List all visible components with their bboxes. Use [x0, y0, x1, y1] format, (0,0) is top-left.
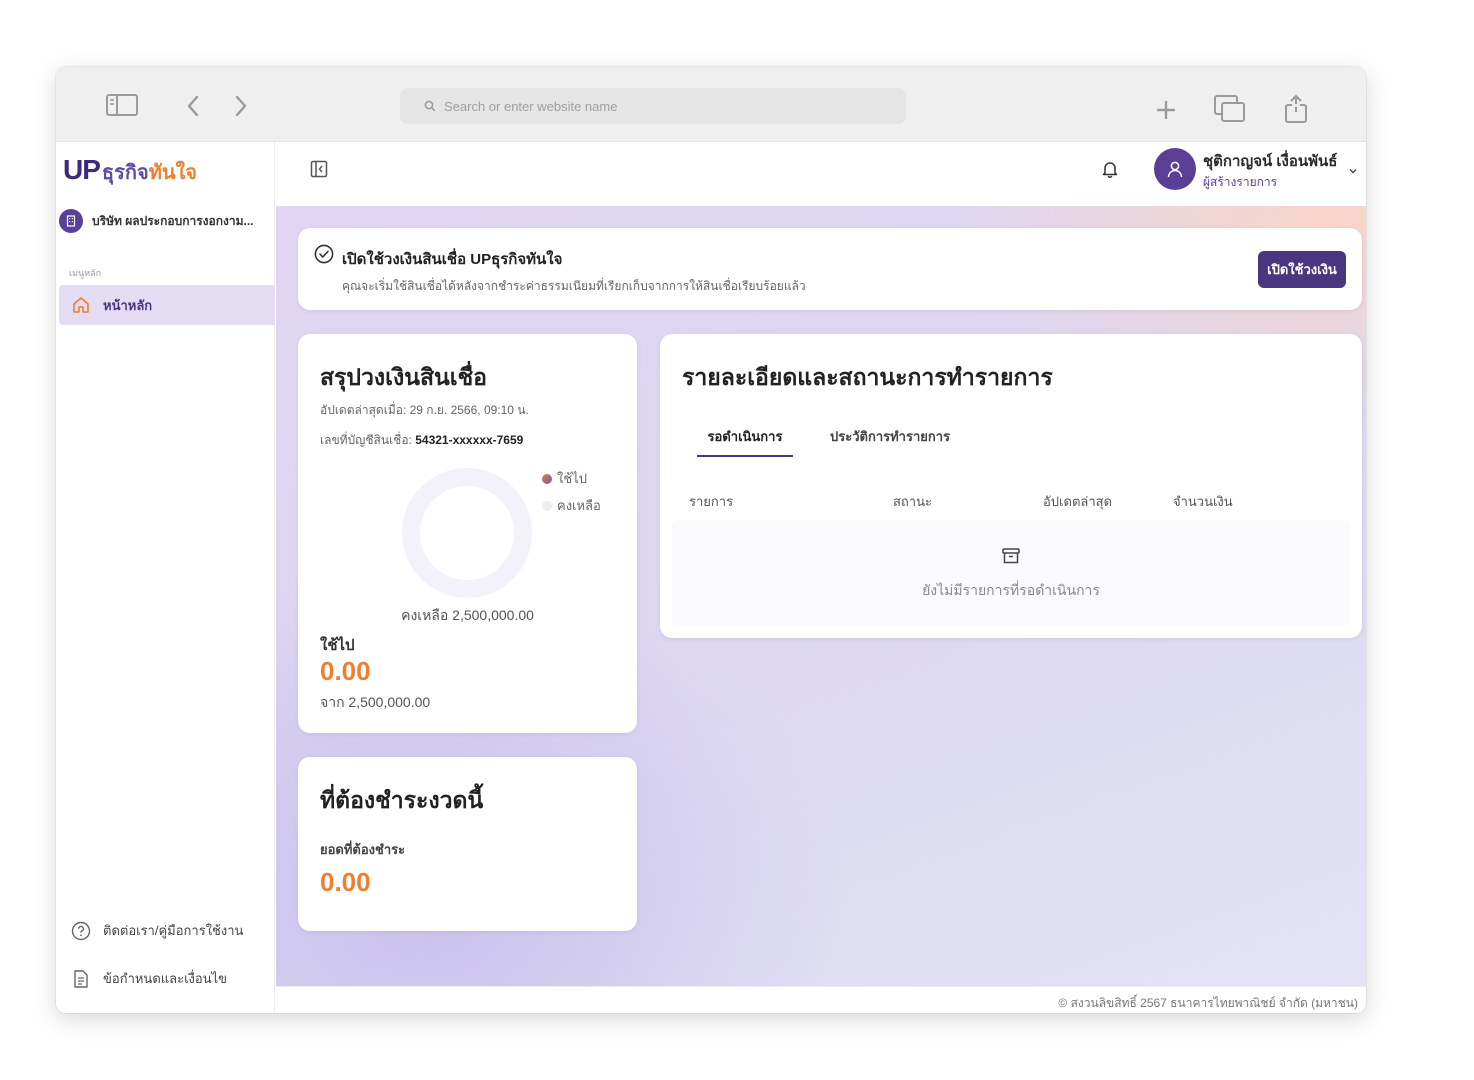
credit-summary-card: สรุปวงเงินสินเชื่อ อัปเดตล่าสุดเมื่อ: 29… [298, 334, 637, 733]
banner-title: เปิดใช้วงเงินสินเชื่อ UPธุรกิจทันใจ [342, 251, 563, 268]
account-label: เลขที่บัญชีสินเชื่อ: [320, 433, 412, 447]
main-content: เปิดใช้วงเงินสินเชื่อ UPธุรกิจทันใจ คุณจ… [276, 206, 1366, 986]
used-label: ใช้ไป [320, 637, 355, 654]
chevron-down-icon[interactable] [1348, 162, 1358, 180]
due-value: 0.00 [320, 867, 371, 897]
app-header: ชุติกาญจน์ เงื่อนพันธ์ ผู้สร้างรายการ [276, 142, 1366, 206]
building-icon [59, 209, 83, 233]
home-icon [73, 297, 89, 313]
collapse-sidebar-icon[interactable] [310, 160, 328, 183]
menu-section-label: เมนูหลัก [69, 268, 102, 278]
help-circle-icon [71, 921, 91, 940]
share-icon[interactable] [1284, 94, 1308, 124]
due-label: ยอดที่ต้องชำระ [320, 842, 406, 857]
tab-history[interactable]: ประวัติการทำรายการ [830, 426, 950, 447]
check-circle-icon [314, 244, 334, 269]
sidebar-item-label: ติดต่อเรา/คู่มือการใช้งาน [103, 923, 244, 938]
logo-th-part-1: ธุรกิจ [101, 162, 149, 184]
archive-box-icon [1001, 546, 1021, 571]
document-icon [74, 969, 88, 988]
transaction-details-card: รายละเอียดและสถานะการทำรายการ รอดำเนินกา… [660, 334, 1362, 638]
summary-title: สรุปวงเงินสินเชื่อ [320, 364, 487, 390]
browser-window: Search or enter website name UP ธุรกิจ ท… [56, 67, 1366, 1013]
summary-updated: อัปเดตล่าสุดเมื่อ: 29 ก.ย. 2566, 09:10 น… [320, 403, 529, 417]
column-header-status: สถานะ [893, 494, 932, 509]
forward-arrow-icon[interactable] [234, 95, 248, 117]
donut-remaining-ring [402, 468, 532, 598]
sidebar-item-label: หน้าหลัก [103, 297, 153, 313]
company-selector[interactable]: บริษัท ผลประกอบการงอกงาม... [59, 209, 254, 233]
activation-banner: เปิดใช้วงเงินสินเชื่อ UPธุรกิจทันใจ คุณจ… [298, 228, 1362, 310]
payment-due-card: ที่ต้องชำระงวดนี้ ยอดที่ต้องชำระ 0.00 [298, 757, 637, 931]
active-tab-indicator [697, 455, 793, 457]
column-header-item: รายการ [689, 494, 734, 509]
tab-pending[interactable]: รอดำเนินการ [697, 426, 793, 447]
column-header-amount: จำนวนเงิน [1173, 494, 1233, 509]
due-title: ที่ต้องชำระงวดนี้ [320, 787, 484, 813]
user-icon [1167, 161, 1183, 178]
legend-remaining-swatch [542, 500, 552, 511]
details-title: รายละเอียดและสถานะการทำรายการ [682, 364, 1053, 390]
legend-used-label: ใช้ไป [557, 471, 587, 486]
sidebar-toggle-icon[interactable] [106, 94, 138, 116]
sidebar: UP ธุรกิจ ทันใจ บริษัท ผลประกอบการงอกงาม… [56, 142, 275, 1013]
logo-th-part-2: ทันใจ [148, 162, 198, 184]
tabs-overview-icon[interactable] [1214, 95, 1246, 123]
copyright-footer: © สงวนลิขสิทธิ์ 2567 ธนาคารไทยพาณิชย์ จำ… [276, 986, 1366, 1013]
logo-up-text: UP [63, 154, 101, 185]
banner-subtitle: คุณจะเริ่มใช้สินเชื่อได้หลังจากชำระค่าธร… [342, 279, 806, 293]
used-value: 0.00 [320, 656, 371, 686]
user-name: ชุติกาญจน์ เงื่อนพันธ์ [1203, 153, 1338, 170]
column-header-updated: อัปเดตล่าสุด [1043, 494, 1113, 509]
back-arrow-icon[interactable] [186, 95, 200, 117]
legend-remaining: คงเหลือ [542, 495, 601, 516]
activate-credit-button[interactable]: เปิดใช้วงเงิน [1258, 251, 1346, 288]
sidebar-item-label: ข้อกำหนดและเงื่อนไข [103, 971, 228, 986]
address-placeholder: Search or enter website name [444, 98, 618, 114]
user-role: ผู้สร้างรายการ [1203, 175, 1278, 189]
remaining-amount: คงเหลือ 2,500,000.00 [401, 607, 534, 623]
account-number: 54321-xxxxxx-7659 [415, 433, 524, 447]
bell-icon[interactable] [1102, 160, 1118, 183]
empty-message: ยังไม่มีรายการที่รอดำเนินการ [922, 582, 1100, 598]
avatar[interactable] [1154, 148, 1196, 190]
sidebar-item-contact[interactable]: ติดต่อเรา/คู่มือการใช้งาน [71, 920, 243, 941]
empty-state: ยังไม่มีรายการที่รอดำเนินการ [672, 520, 1350, 626]
search-icon [424, 100, 436, 112]
legend-used-swatch [542, 473, 552, 484]
sidebar-item-home[interactable]: หน้าหลัก [59, 285, 275, 325]
browser-toolbar: Search or enter website name [56, 67, 1366, 142]
credit-donut-chart [402, 468, 532, 598]
sidebar-item-terms[interactable]: ข้อกำหนดและเงื่อนไข [71, 968, 227, 989]
new-tab-plus-icon[interactable] [1154, 98, 1178, 122]
up-logo[interactable]: UP ธุรกิจ ทันใจ [63, 154, 198, 185]
address-bar[interactable]: Search or enter website name [400, 88, 906, 124]
legend-remaining-label: คงเหลือ [557, 498, 601, 513]
account-number-row: เลขที่บัญชีสินเชื่อ: 54321-xxxxxx-7659 [320, 431, 523, 450]
legend-used: ใช้ไป [542, 468, 587, 489]
credit-total: จาก 2,500,000.00 [320, 694, 431, 710]
company-name: บริษัท ผลประกอบการงอกงาม... [92, 213, 254, 228]
